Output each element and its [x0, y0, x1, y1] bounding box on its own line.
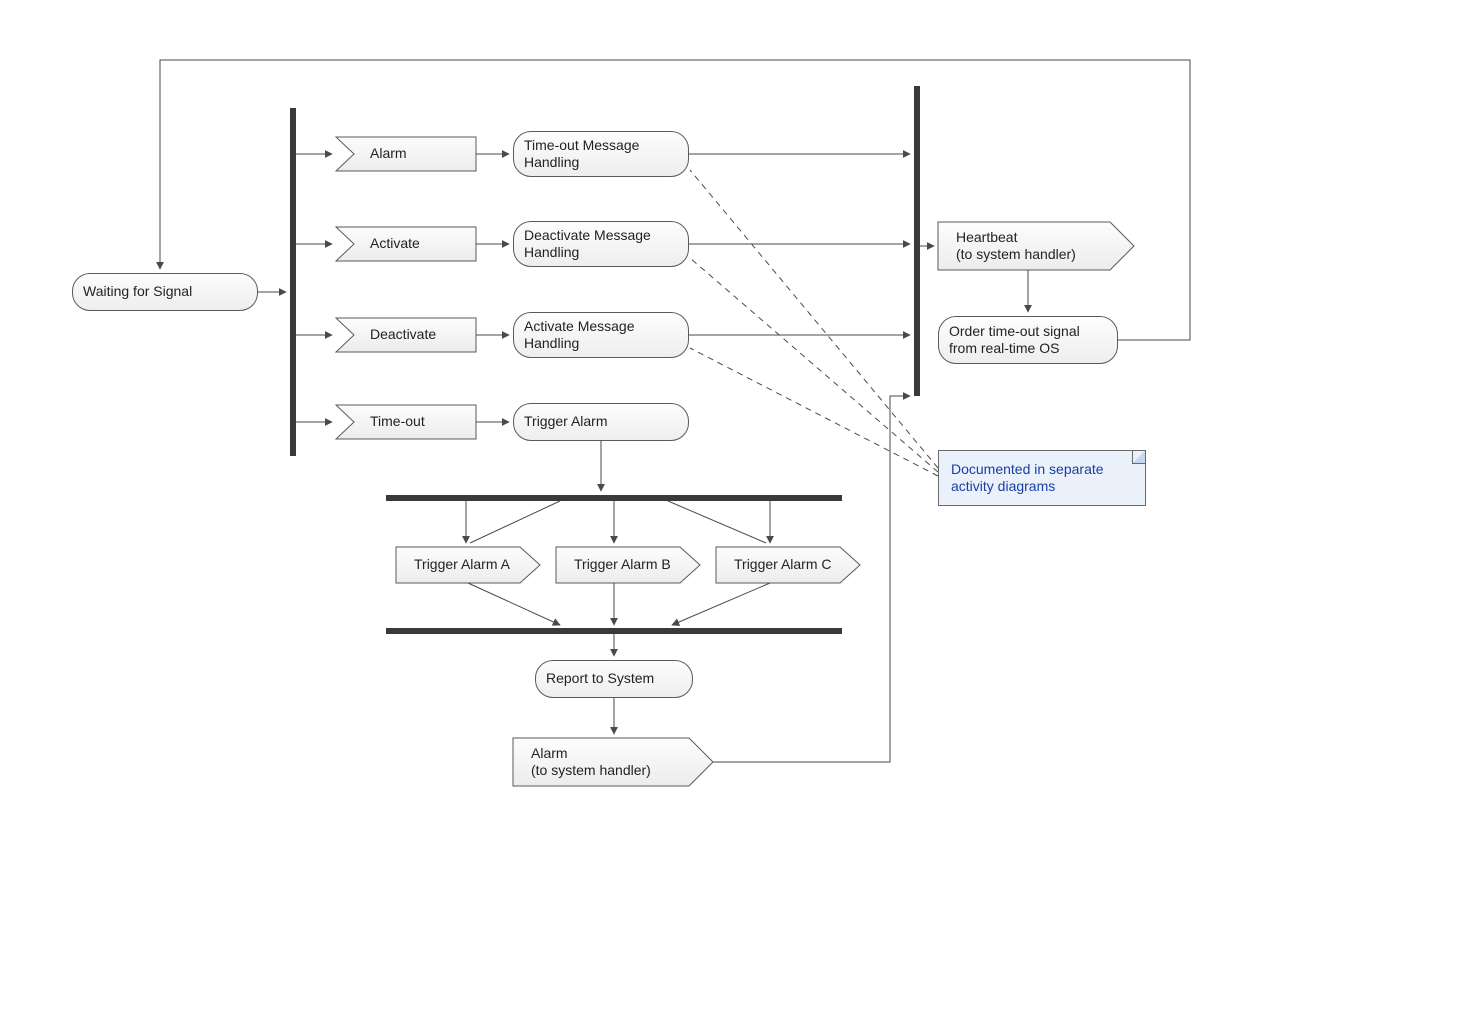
signal-receipt-deactivate [336, 318, 476, 352]
activity-report-to-system: Report to System [535, 660, 693, 698]
activity-timeout-message-handling: Time-out Message Handling [513, 131, 689, 177]
activity-deactivate-message-handling: Deactivate Message Handling [513, 221, 689, 267]
signal-receipt-alarm [336, 137, 476, 171]
activity-label: Time-out Message Handling [524, 137, 678, 172]
activity-label: Trigger Alarm [524, 413, 608, 431]
signal-receipt-activate [336, 227, 476, 261]
signal-send-heartbeat [938, 222, 1134, 270]
activity-label: Order time-out signal from real-time OS [949, 323, 1107, 358]
fork-bar-left [290, 108, 296, 456]
connector-layer [0, 0, 1466, 1034]
join-bar-right [914, 86, 920, 396]
signal-receipt-timeout [336, 405, 476, 439]
activity-trigger-alarm: Trigger Alarm [513, 403, 689, 441]
activity-activate-message-handling: Activate Message Handling [513, 312, 689, 358]
signal-send-trigger-c [716, 547, 860, 583]
note-text: Documented in separate activity diagrams [951, 461, 1133, 496]
activity-label: Report to System [546, 670, 654, 688]
fork-bar-trigger-top [386, 495, 842, 501]
activity-label: Waiting for Signal [83, 283, 192, 301]
activity-label: Activate Message Handling [524, 318, 678, 353]
signal-send-trigger-a [396, 547, 540, 583]
signal-send-trigger-b [556, 547, 700, 583]
activity-waiting-for-signal: Waiting for Signal [72, 273, 258, 311]
join-bar-trigger-bottom [386, 628, 842, 634]
activity-order-timeout-signal: Order time-out signal from real-time OS [938, 316, 1118, 364]
signal-send-alarm [513, 738, 713, 786]
note-documented-separate: Documented in separate activity diagrams [938, 450, 1146, 506]
activity-label: Deactivate Message Handling [524, 227, 678, 262]
